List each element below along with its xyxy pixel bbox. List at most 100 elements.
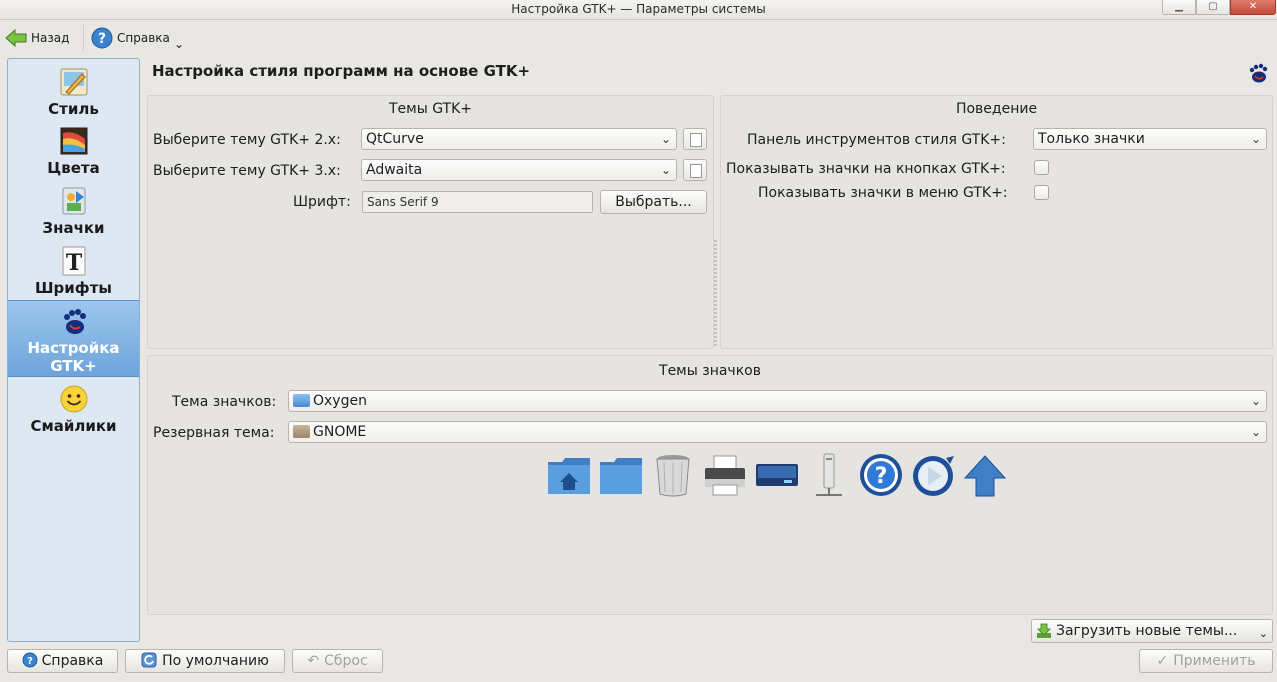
font-field: Sans Serif 9 [362,191,593,213]
font-label: Шрифт: [293,194,351,210]
icon-theme-select[interactable]: Oxygen ⌄ [288,390,1267,412]
icon-theme-label: Тема значков: [172,394,277,410]
help-button[interactable]: ? Справка [7,649,118,673]
icons-in-menus-checkbox[interactable] [1034,185,1049,200]
sidebar-item-style[interactable]: Стиль [8,66,139,118]
sidebar-label-fonts: Шрифты [35,279,112,297]
svg-text:?: ? [875,464,888,489]
colors-icon [60,127,87,155]
gtk3-theme-select[interactable]: Adwaita ⌄ [361,159,677,181]
icons-on-buttons-checkbox[interactable] [1034,160,1049,175]
folder-icon [293,425,310,438]
go-up-icon [963,455,1007,497]
defaults-button[interactable]: По умолчанию [125,649,285,673]
fallback-theme-label: Резервная тема: [153,425,275,441]
icons-on-buttons-label: Показывать значки на кнопках GTK+: [726,161,1006,177]
trash-icon [656,455,690,497]
toolbar-style-value: Только значки [1038,131,1145,147]
category-sidebar: Стиль Цвета Значки T Шрифты Настройка GT… [7,58,140,642]
reset-button[interactable]: ↶ Сброс [292,649,383,673]
icon-themes-title: Темы значков [659,363,761,379]
fonts-icon: T [62,246,85,276]
drive-icon [756,464,798,486]
apply-button-label: Применить [1173,653,1256,669]
defaults-button-label: По умолчанию [162,653,269,669]
close-button[interactable]: ✕ [1230,0,1276,15]
sidebar-item-smileys[interactable]: Смайлики [8,383,139,435]
main-toolbar: Назад ? Справка ⌄ [0,21,1277,55]
window-title: Настройка GTK+ — Параметры системы [511,2,766,16]
help-button-label: Справка [41,653,104,669]
gtk-themes-title: Темы GTK+ [388,101,473,117]
sidebar-item-icons[interactable]: Значки [8,185,139,237]
choose-font-button[interactable]: Выбрать... [600,190,707,214]
gnome-foot-icon [1249,63,1268,83]
chevron-down-icon: ⌄ [1250,394,1261,408]
download-icon [1037,623,1051,638]
chevron-down-icon: ⌄ [1250,132,1261,146]
help-icon: ? [860,454,902,496]
svg-text:?: ? [27,656,33,667]
toolbar-separator [83,25,84,51]
icon-preview-row: ? [546,452,1008,498]
media-play-icon [913,456,954,496]
gtk2-theme-value: QtCurve [366,131,424,147]
gtk3-theme-label: Выберите тему GTK+ 3.x: [153,163,341,179]
download-themes-button[interactable]: Загрузить новые темы... ⌄ [1031,619,1273,643]
toolbar-style-select[interactable]: Только значки ⌄ [1033,128,1267,150]
network-server-icon [816,453,842,496]
sidebar-label-colors: Цвета [47,159,100,177]
apply-button[interactable]: ✓ Применить [1139,649,1273,673]
back-button[interactable]: Назад [4,25,69,51]
page-title: Настройка стиля программ на основе GTK+ [152,62,531,80]
fallback-theme-value: GNOME [313,424,367,440]
gtk2-theme-select[interactable]: QtCurve ⌄ [361,128,677,150]
help-label: Справка [117,31,170,45]
folder-icon [293,394,310,407]
svg-text:T: T [65,250,82,276]
chevron-down-icon: ⌄ [660,163,671,177]
reset-button-label: Сброс [324,653,368,669]
gnome-foot-icon [63,309,86,334]
gtk3-theme-value: Adwaita [366,162,423,178]
home-folder-icon [548,458,590,494]
help-toolbar-button[interactable]: ? Справка [91,25,170,51]
help-icon: ? [91,27,113,49]
printer-icon [705,455,745,496]
sidebar-label-smileys: Смайлики [30,417,117,435]
download-themes-label: Загрузить новые темы... [1056,623,1238,639]
window-titlebar: Настройка GTK+ — Параметры системы ▁ ▢ ✕ [0,0,1277,20]
chevron-down-icon: ⌄ [660,132,671,146]
sidebar-item-colors[interactable]: Цвета [8,125,139,177]
splitter-handle[interactable] [714,240,717,348]
icons-icon [62,187,85,215]
chevron-down-icon: ⌄ [1250,425,1261,439]
restore-defaults-icon [141,652,157,668]
icons-in-menus-label: Показывать значки в меню GTK+: [758,185,1008,201]
help-menu-arrow[interactable]: ⌄ [174,31,184,57]
back-arrow-icon [5,28,27,48]
minimize-button[interactable]: ▁ [1162,0,1196,15]
fallback-theme-select[interactable]: GNOME ⌄ [288,421,1267,443]
sidebar-label-gtk: Настройка GTK+ [27,339,120,375]
svg-text:?: ? [98,31,106,47]
undo-icon: ↶ [307,653,320,669]
window-controls: ▁ ▢ ✕ [1162,0,1276,15]
check-icon: ✓ [1156,653,1169,669]
sidebar-label-style: Стиль [48,100,99,118]
sidebar-item-fonts[interactable]: T Шрифты [8,245,139,297]
gtk3-theme-preview-button[interactable] [683,159,707,181]
smiley-icon [60,385,87,413]
toolbar-style-label: Панель инструментов стиля GTK+: [747,132,1006,148]
download-menu-arrow: ⌄ [1258,627,1268,640]
gtk2-theme-preview-button[interactable] [683,128,707,150]
style-icon [60,68,87,96]
maximize-button[interactable]: ▢ [1196,0,1230,15]
sidebar-item-gtk[interactable]: Настройка GTK+ [8,300,139,377]
sidebar-label-icons: Значки [42,219,105,237]
folder-icon [600,458,642,494]
behavior-title: Поведение [955,101,1038,117]
help-icon: ? [22,652,38,668]
back-label: Назад [31,31,70,45]
icon-theme-value: Oxygen [313,393,367,409]
